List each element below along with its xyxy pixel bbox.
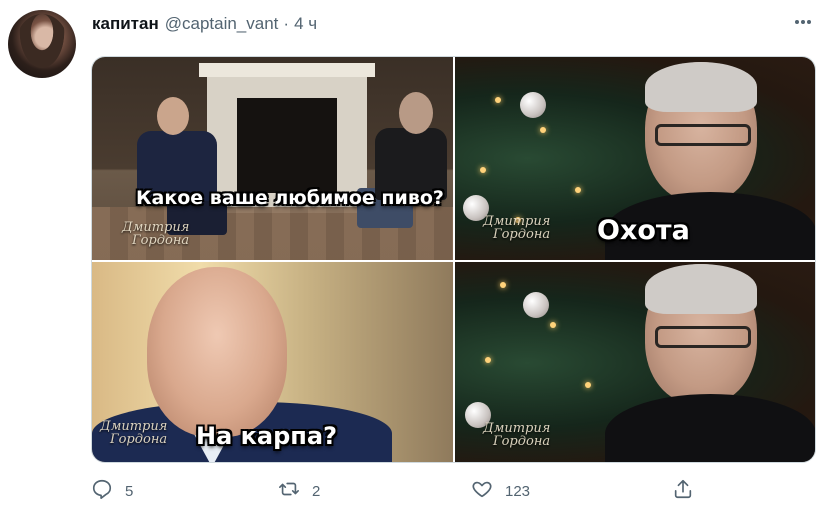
meme-caption: Охота xyxy=(597,215,690,246)
retweet-icon xyxy=(278,478,312,504)
timestamp[interactable]: 4 ч xyxy=(294,14,317,34)
media-image-1[interactable]: Дмитрия Гордона Какое ваше любимое пиво? xyxy=(92,57,453,260)
like-button[interactable]: 123 xyxy=(471,478,530,504)
media-image-2[interactable]: Дмитрия Гордона Охота xyxy=(455,57,815,260)
media-grid: Дмитрия Гордона Какое ваше любимое пиво? … xyxy=(91,56,816,463)
reply-icon xyxy=(91,478,125,504)
display-name[interactable]: капитан xyxy=(92,14,159,34)
like-count: 123 xyxy=(505,482,531,500)
retweet-button[interactable]: 2 xyxy=(278,478,320,504)
show-watermark: Дмитрия Гордона xyxy=(122,220,190,248)
share-icon xyxy=(672,478,706,504)
share-button[interactable] xyxy=(672,478,706,504)
show-watermark: Дмитрия Гордона xyxy=(100,419,168,447)
media-image-3[interactable]: Дмитрия Гордона На карпа? xyxy=(92,262,453,462)
meme-caption: Какое ваше любимое пиво? xyxy=(136,187,444,209)
media-image-4[interactable]: Дмитрия Гордона xyxy=(455,262,815,462)
reply-count: 5 xyxy=(125,482,134,500)
avatar[interactable] xyxy=(8,10,76,78)
reply-button[interactable]: 5 xyxy=(91,478,133,504)
retweet-count: 2 xyxy=(312,482,321,500)
heart-icon xyxy=(471,478,505,504)
separator-dot: · xyxy=(283,14,290,33)
show-watermark: Дмитрия Гордона xyxy=(483,214,551,242)
show-watermark: Дмитрия Гордона xyxy=(483,421,551,449)
tweet-header: капитан @captain_vant · 4 ч xyxy=(92,13,317,35)
more-horizontal-icon[interactable] xyxy=(790,12,816,32)
meme-caption: На карпа? xyxy=(196,422,337,450)
user-handle[interactable]: @captain_vant xyxy=(165,14,279,34)
tweet-actions: 5 2 123 xyxy=(91,478,731,504)
